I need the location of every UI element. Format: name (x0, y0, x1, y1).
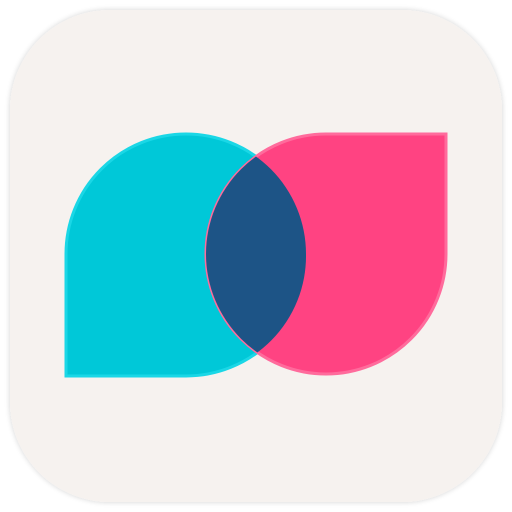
app-icon[interactable] (0, 0, 512, 512)
app-icon-stage (0, 0, 512, 512)
